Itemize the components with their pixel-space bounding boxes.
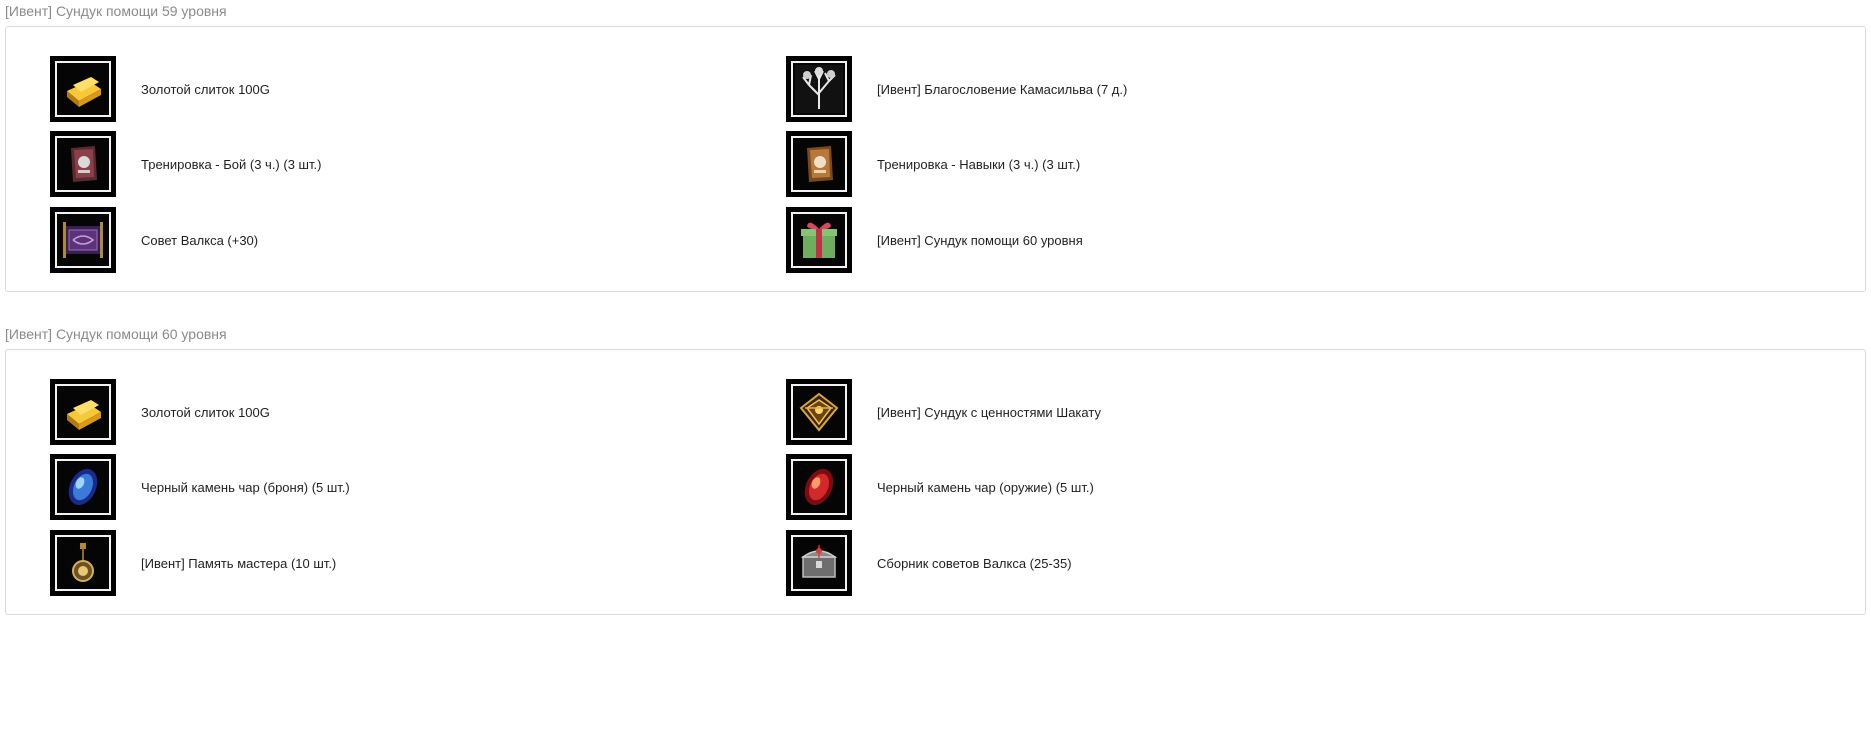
item-icon-frame <box>50 56 116 122</box>
item-cell[interactable]: [Ивент] Сундук помощи 60 уровня <box>786 207 1083 273</box>
item-label: Черный камень чар (оружие) (5 шт.) <box>877 479 1094 495</box>
item-label: Золотой слиток 100G <box>141 81 270 97</box>
item-icon-frame <box>50 131 116 197</box>
gold-bar-icon <box>67 77 101 107</box>
item-panel: Золотой слиток 100G [Ивент] Сундук с цен… <box>5 349 1866 615</box>
item-label: Тренировка - Навыки (3 ч.) (3 шт.) <box>877 156 1081 172</box>
item-icon-frame <box>50 530 116 596</box>
item-cell[interactable]: Тренировка - Бой (3 ч.) (3 шт.) <box>50 131 321 197</box>
item-cell[interactable]: Черный камень чар (оружие) (5 шт.) <box>786 454 1094 520</box>
red-stone-icon <box>804 468 834 506</box>
scroll-icon <box>63 222 103 258</box>
skill-training-book-icon <box>807 146 833 182</box>
section-title: [Ивент] Сундук помощи 59 уровня <box>5 3 227 19</box>
item-label: Черный камень чар (броня) (5 шт.) <box>141 479 350 495</box>
item-panel: Золотой слиток 100G [Ивент] Благословени… <box>5 26 1866 292</box>
ornate-chest-icon <box>799 392 839 432</box>
item-icon-frame <box>786 56 852 122</box>
item-cell[interactable]: [Ивент] Память мастера (10 шт.) <box>50 530 336 596</box>
item-cell[interactable]: Золотой слиток 100G <box>50 379 270 445</box>
gift-box-icon <box>801 222 837 258</box>
item-icon-frame <box>50 454 116 520</box>
section-title: [Ивент] Сундук помощи 60 уровня <box>5 326 227 342</box>
white-tree-icon <box>795 65 843 113</box>
pendant-icon <box>72 543 94 582</box>
item-label: [Ивент] Благословение Камасильва (7 д.) <box>877 81 1128 97</box>
item-label: [Ивент] Сундук с ценностями Шакату <box>877 404 1101 420</box>
item-label: Тренировка - Бой (3 ч.) (3 шт.) <box>141 156 322 172</box>
item-cell[interactable]: Тренировка - Навыки (3 ч.) (3 шт.) <box>786 131 1080 197</box>
item-icon-frame <box>50 379 116 445</box>
item-label: Золотой слиток 100G <box>141 404 270 420</box>
item-cell[interactable]: Совет Валкса (+30) <box>50 207 258 273</box>
item-icon-frame <box>786 530 852 596</box>
item-icon-frame <box>786 131 852 197</box>
gold-bar-icon <box>67 400 101 430</box>
item-label: [Ивент] Память мастера (10 шт.) <box>141 555 337 571</box>
combat-training-book-icon <box>71 146 97 182</box>
item-label: Сборник советов Валкса (25-35) <box>877 555 1072 571</box>
silver-chest-icon <box>800 545 838 578</box>
item-cell[interactable]: Сборник советов Валкса (25-35) <box>786 530 1072 596</box>
item-icon-frame <box>786 454 852 520</box>
item-icon-frame <box>786 207 852 273</box>
item-icon-frame <box>50 207 116 273</box>
item-label: Совет Валкса (+30) <box>141 232 259 248</box>
blue-stone-icon <box>68 468 98 506</box>
item-icon-frame <box>786 379 852 445</box>
item-cell[interactable]: [Ивент] Сундук с ценностями Шакату <box>786 379 1101 445</box>
item-cell[interactable]: [Ивент] Благословение Камасильва (7 д.) <box>786 56 1127 122</box>
item-cell[interactable]: Золотой слиток 100G <box>50 56 270 122</box>
item-cell[interactable]: Черный камень чар (броня) (5 шт.) <box>50 454 350 520</box>
item-label: [Ивент] Сундук помощи 60 уровня <box>877 232 1083 248</box>
